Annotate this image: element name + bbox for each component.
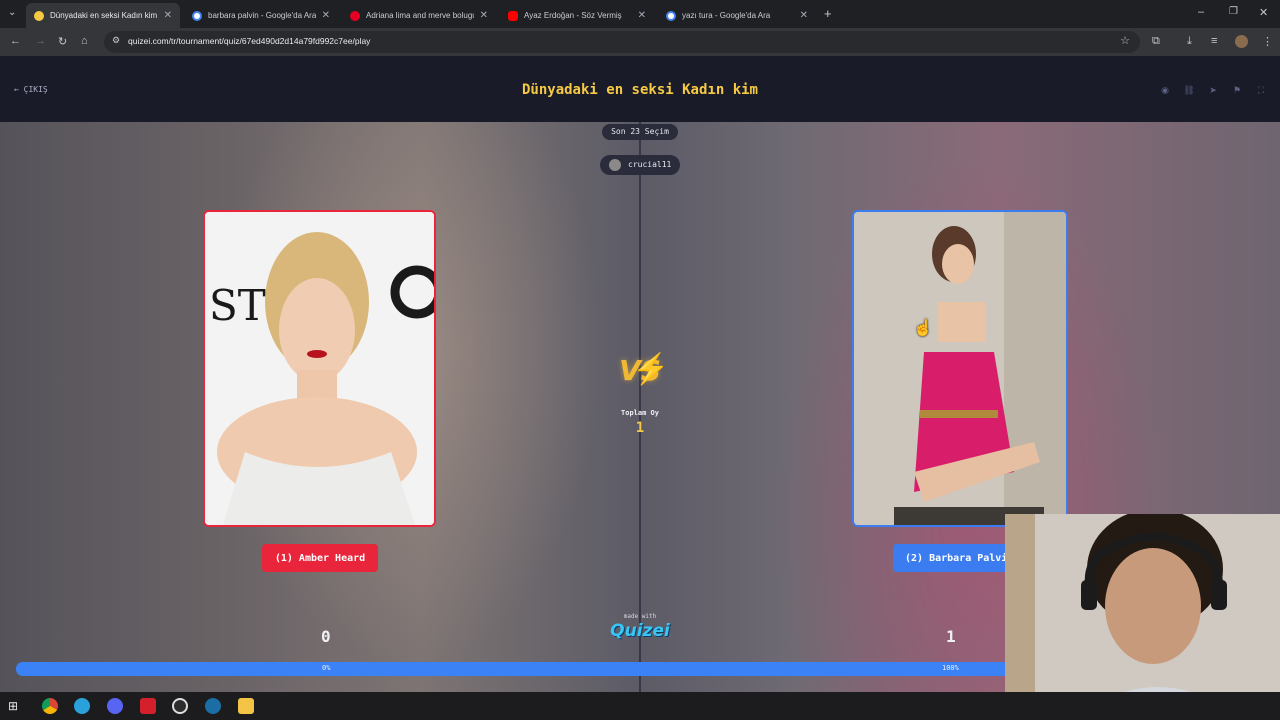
user-badge: crucial11 [600, 155, 680, 175]
browser-tab-5[interactable]: yazı tura - Google'da Ara ✕ [658, 3, 816, 28]
extensions-icon[interactable]: ⧉ [1152, 35, 1160, 48]
right-vote-count: 1 [946, 627, 956, 646]
new-tab-icon[interactable]: + [824, 6, 832, 21]
youtube-favicon-icon [508, 10, 518, 21]
minimize-icon[interactable]: – [1198, 6, 1204, 18]
tab-search-icon[interactable]: ⌄ [8, 7, 16, 18]
obs-icon[interactable] [172, 698, 188, 714]
quizei-favicon-icon [34, 10, 44, 21]
option-card-left[interactable]: ST [203, 210, 436, 527]
eye-icon[interactable]: ◉ [1158, 83, 1172, 97]
right-percent-label: 100% [942, 664, 959, 672]
share-icon[interactable]: ➤ [1206, 83, 1220, 97]
telegram-icon[interactable] [74, 698, 90, 714]
total-votes-label: Toplam Oy [621, 409, 659, 417]
chrome-icon[interactable] [42, 698, 58, 714]
link-icon[interactable]: ⛓ [1182, 83, 1196, 97]
left-percent-label: 0% [322, 664, 331, 672]
vs-badge: VS ⚡ [619, 353, 670, 387]
back-icon[interactable]: ← [10, 35, 21, 47]
flag-icon[interactable]: ⚑ [1230, 83, 1244, 97]
pinterest-favicon-icon [350, 10, 360, 21]
webcam-feed-image [1005, 514, 1280, 720]
portrait-image-right [854, 212, 1066, 525]
close-tab-icon[interactable]: ✕ [638, 10, 646, 21]
page-title: Dünyadaki en seksi Kadın kim [521, 82, 758, 98]
url-text: quizei.com/tr/tournament/quiz/67ed490d2d… [128, 36, 371, 46]
browser-tab-2[interactable]: barbara palvin - Google'da Ara ✕ [184, 3, 338, 28]
close-tab-icon[interactable]: ✕ [480, 10, 488, 21]
close-tab-icon[interactable]: ✕ [164, 10, 172, 21]
page-header: ← ÇIKIŞ Dünyadaki en seksi Kadın kim ◉ ⛓… [0, 56, 1280, 122]
browser-tab-3[interactable]: Adriana lima and merve bolugu ✕ [342, 3, 496, 28]
option-name-left[interactable]: (1) Amber Heard [262, 544, 378, 572]
reload-icon[interactable]: ↻ [58, 35, 67, 48]
total-votes-count: 1 [635, 420, 645, 436]
download-icon[interactable]: ⤓ [1187, 35, 1192, 48]
option-name-right[interactable]: (2) Barbara Palvin [893, 544, 1023, 572]
menu-icon[interactable]: ⋮ [1262, 35, 1273, 48]
profile-avatar[interactable] [1235, 35, 1248, 48]
left-vote-count: 0 [321, 627, 331, 646]
os-taskbar: ⊞ [0, 692, 1280, 720]
browser-tab-4[interactable]: Ayaz Erdoğan - Söz Vermiş ✕ [500, 3, 654, 28]
site-info-icon[interactable]: ⚙ [112, 35, 120, 46]
windows-start-icon[interactable]: ⊞ [8, 698, 24, 714]
close-tab-icon[interactable]: ✕ [322, 10, 330, 21]
discord-icon[interactable] [107, 698, 123, 714]
forward-icon[interactable]: → [35, 35, 46, 47]
option-card-right[interactable] [852, 210, 1068, 527]
browser-tab-1[interactable]: Dünyadaki en seksi Kadın kim - ✕ [26, 3, 180, 28]
media-control-icon[interactable]: ≡ [1211, 35, 1217, 47]
google-favicon-icon [192, 10, 202, 21]
avatar [609, 159, 621, 171]
made-with-label: made with [623, 613, 657, 620]
lightning-icon: ⚡ [632, 353, 670, 386]
bookmark-star-icon[interactable]: ☆ [1120, 34, 1130, 47]
google-favicon-icon [666, 10, 676, 21]
portrait-image-left: ST [205, 212, 434, 525]
file-explorer-icon[interactable] [238, 698, 254, 714]
browser-tab-bar: ⌄ Dünyadaki en seksi Kadın kim - ✕ barba… [0, 0, 1280, 28]
svg-text:ST: ST [209, 281, 266, 330]
address-bar[interactable]: ⚙ quizei.com/tr/tournament/quiz/67ed490d… [104, 31, 1140, 53]
hand-cursor-icon: ☝ [913, 320, 933, 337]
restore-icon[interactable]: ❐ [1229, 6, 1238, 17]
center-divider [639, 122, 641, 692]
quizei-logo[interactable]: Quizei [600, 621, 680, 641]
webcam-overlay [1005, 514, 1280, 720]
adobe-icon[interactable] [140, 698, 156, 714]
close-tab-icon[interactable]: ✕ [800, 10, 808, 21]
home-icon[interactable]: ⌂ [81, 35, 88, 47]
fullscreen-icon[interactable]: ⛶ [1254, 83, 1268, 97]
steam-icon[interactable] [205, 698, 221, 714]
round-badge: Son 23 Seçim [602, 124, 678, 140]
close-window-icon[interactable]: ✕ [1259, 6, 1268, 19]
browser-toolbar: ← → ↻ ⌂ ⚙ quizei.com/tr/tournament/quiz/… [0, 28, 1280, 56]
